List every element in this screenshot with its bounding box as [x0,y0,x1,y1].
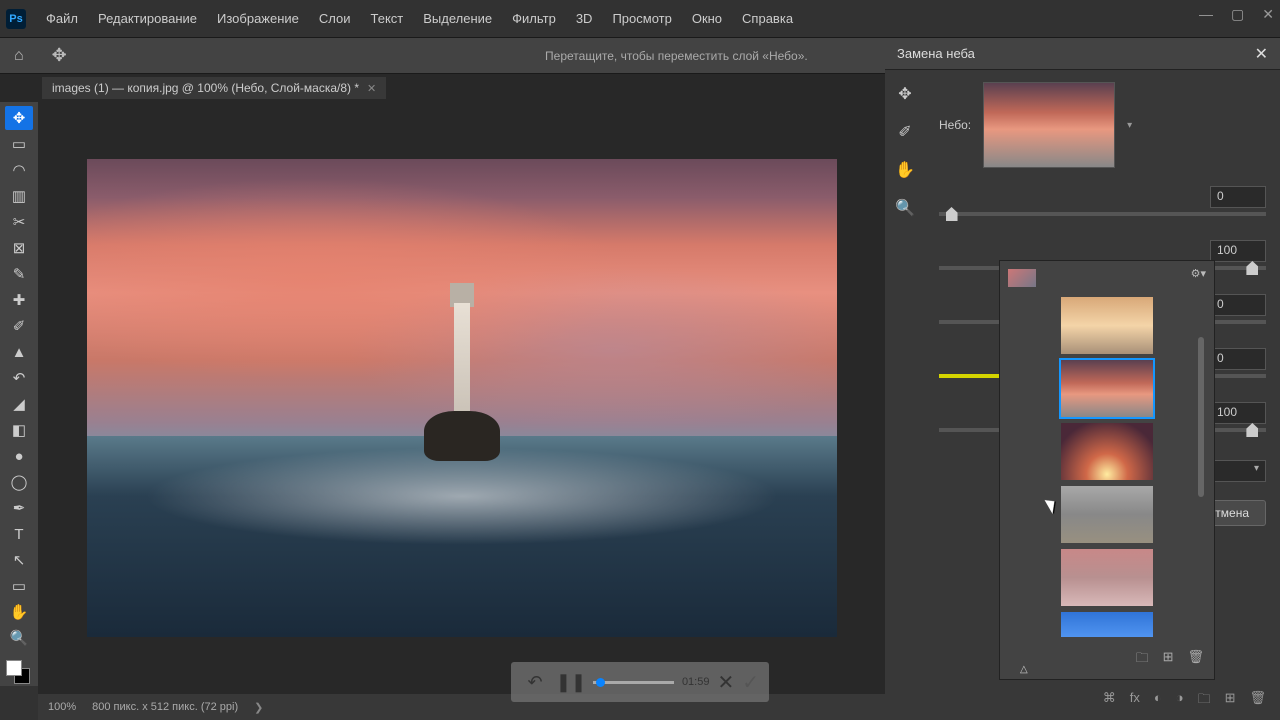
dodge-tool[interactable]: ◯ [5,470,33,494]
menu-layer[interactable]: Слои [309,7,361,30]
panel-title: Замена неба [897,46,975,61]
menu-3d[interactable]: 3D [566,7,603,30]
sky-preset-1[interactable] [1061,297,1153,354]
sky-preset-3[interactable] [1061,423,1153,480]
sky-zoom-tool[interactable]: 🔍 [895,198,915,218]
color-swatches[interactable] [6,660,32,686]
sky-dropdown-icon[interactable]: ▾ [1127,120,1132,131]
preset-scrollbar[interactable] [1198,337,1204,497]
document-image [87,159,837,637]
add-preset-icon[interactable]: ⊞ [1163,649,1174,671]
eraser-tool[interactable]: ◢ [5,392,33,416]
presets-gear-icon[interactable]: ⚙▾ [1191,267,1206,280]
document-tab-title: images (1) — копия.jpg @ 100% (Небо, Сло… [52,81,359,95]
blur-tool[interactable]: ● [5,444,33,468]
hand-tool[interactable]: ✋ [5,600,33,624]
app-logo: Ps [6,9,26,29]
status-chevron-icon[interactable]: ❯ [254,701,263,714]
sky-hand-tool[interactable]: ✋ [895,160,915,180]
playback-time: 01:59 [682,676,710,688]
shape-tool[interactable]: ▭ [5,574,33,598]
frame-tool[interactable]: ⊠ [5,236,33,260]
slider-2-value[interactable]: 100 [1210,240,1266,262]
window-minimize[interactable]: — [1199,6,1213,23]
trash-icon[interactable]: 🗑 [1249,690,1266,712]
zoom-level[interactable]: 100% [48,701,76,713]
menu-image[interactable]: Изображение [207,7,309,30]
move-tool-icon[interactable]: ✥ [52,45,67,66]
stamp-tool[interactable]: ▲ [5,340,33,364]
window-close[interactable]: ✕ [1262,6,1274,23]
object-select-tool[interactable]: ▥ [5,184,33,208]
undo-button[interactable]: ↶ [521,668,549,696]
sky-preset-5[interactable] [1061,549,1153,606]
path-tool[interactable]: ↖ [5,548,33,572]
sky-preset-4[interactable] [1061,486,1153,543]
menu-edit[interactable]: Редактирование [88,7,207,30]
menu-view[interactable]: Просмотр [602,7,681,30]
slider-1[interactable] [939,212,1266,216]
heal-tool[interactable]: ✚ [5,288,33,312]
playback-bar: ↶ ❚❚ 01:59 ✕ ✓ [511,662,769,702]
type-tool[interactable]: T [5,522,33,546]
output-dropdown[interactable] [1206,460,1266,482]
sky-brush-tool[interactable]: ✐ [898,122,911,142]
window-maximize[interactable]: ▢ [1231,6,1244,23]
playback-commit[interactable]: ✓ [742,670,759,695]
fx-icon[interactable]: fx [1130,690,1140,712]
move-tool[interactable]: ✥ [5,106,33,130]
slider-1-value[interactable]: 0 [1210,186,1266,208]
menu-file[interactable]: Файл [36,7,88,30]
marquee-tool[interactable]: ▭ [5,132,33,156]
sky-move-tool[interactable]: ✥ [898,84,911,104]
close-tab-icon[interactable]: ✕ [367,82,376,95]
menu-filter[interactable]: Фильтр [502,7,566,30]
sky-preset-6[interactable] [1061,612,1153,637]
menu-type[interactable]: Текст [361,7,414,30]
preset-group-thumb[interactable] [1008,269,1036,287]
sky-presets-popup: ⚙▾ 🗀 ⊞ 🗑 △ [999,260,1215,680]
mask-icon[interactable]: ◐ [1154,690,1162,712]
slider-4-value[interactable]: 0 [1210,348,1266,370]
size-slider-handle[interactable]: △ [1020,664,1028,675]
delete-preset-icon[interactable]: 🗑 [1187,649,1204,671]
menu-select[interactable]: Выделение [413,7,502,30]
adjust-icon[interactable]: ◑ [1176,690,1184,712]
playback-cancel[interactable]: ✕ [717,670,734,695]
pause-button[interactable]: ❚❚ [557,668,585,696]
menu-help[interactable]: Справка [732,7,803,30]
eyedropper-tool[interactable]: ✎ [5,262,33,286]
zoom-tool[interactable]: 🔍 [5,626,33,650]
link-icon[interactable]: ⌘ [1103,690,1116,712]
panel-close-icon[interactable]: ✕ [1255,44,1268,64]
current-sky-preview[interactable] [983,82,1115,168]
playback-track[interactable] [593,681,674,684]
folder-icon[interactable]: 🗀 [1136,649,1149,671]
doc-dimensions: 800 пикс. x 512 пикс. (72 ppi) [92,701,238,713]
menu-window[interactable]: Окно [682,7,732,30]
sky-label: Небо: [939,118,971,132]
canvas[interactable] [38,102,885,694]
history-brush-tool[interactable]: ↶ [5,366,33,390]
gradient-tool[interactable]: ◧ [5,418,33,442]
slider-5-value[interactable]: 100 [1210,402,1266,424]
lasso-tool[interactable]: ◠ [5,158,33,182]
group-icon[interactable]: 🗀 [1198,690,1211,712]
brush-tool[interactable]: ✐ [5,314,33,338]
new-icon[interactable]: ⊞ [1225,690,1236,712]
crop-tool[interactable]: ✂ [5,210,33,234]
home-icon[interactable]: ⌂ [14,47,24,65]
option-hint: Перетащите, чтобы переместить слой «Небо… [545,49,808,63]
slider-3-value[interactable]: 0 [1210,294,1266,316]
document-tab[interactable]: images (1) — копия.jpg @ 100% (Небо, Сло… [42,77,386,99]
sky-preset-2[interactable] [1061,360,1153,417]
pen-tool[interactable]: ✒ [5,496,33,520]
